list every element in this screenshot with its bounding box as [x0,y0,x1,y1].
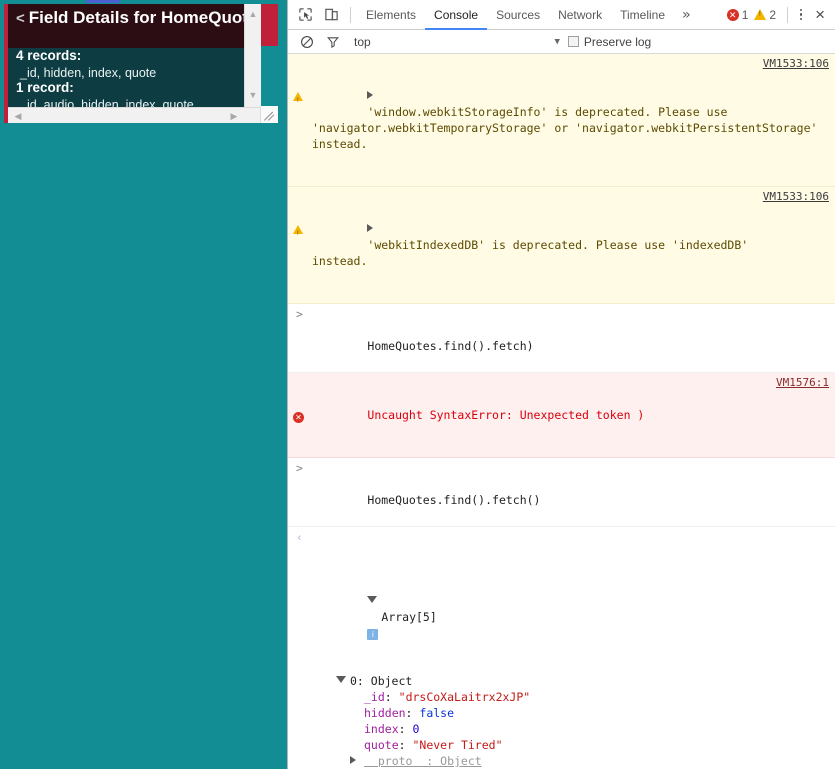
array-item-label: 0: Object [350,674,413,688]
console-input-text: HomeQuotes.find().fetch() [367,493,541,507]
input-prompt-icon: > [296,307,303,321]
page-top-strip [0,0,287,3]
property-value: "drsCoXaLaitrx2xJP" [398,690,531,704]
console-message-error[interactable]: ✕ Uncaught SyntaxError: Unexpected token… [288,373,835,458]
devtools-panel: Elements Console Sources Network Timelin… [287,0,835,769]
web-page-area: Login <Field Details for HomeQuotes 4 re… [0,0,287,769]
object-proto-row[interactable]: __proto__: Object [336,753,827,767]
console-message-text: Uncaught SyntaxError: Unexpected token ) [367,408,645,422]
devtools-toolbar: Elements Console Sources Network Timelin… [288,0,835,30]
console-message-warning[interactable]: 'webkitIndexedDB' is deprecated. Please … [288,187,835,304]
warning-icon [293,189,309,253]
property-key: _id [364,690,385,704]
output-prompt-icon: ‹ [296,530,303,544]
device-toolbar-icon[interactable] [318,2,344,28]
console-message-warning[interactable]: 'window.webkitStorageInfo' is deprecated… [288,54,835,187]
console-message-text: 'window.webkitStorageInfo' is deprecated… [312,105,818,151]
array-toggle-icon[interactable] [367,561,381,625]
object-property-row: index: 0 [336,721,827,737]
error-count-badge[interactable]: ✕ 1 [726,7,749,22]
property-value: "Never Tired" [412,738,503,752]
more-tabs-icon[interactable]: » [674,1,698,29]
devtools-tab-strip: Elements Console Sources Network Timelin… [357,0,698,30]
source-link[interactable]: VM1533:106 [763,189,829,205]
scroll-up-arrow-icon[interactable]: ▲ [245,6,261,22]
console-message-text: 'webkitIndexedDB' is deprecated. Please … [312,238,749,268]
scroll-right-arrow-icon[interactable]: ▶ [226,108,242,123]
kebab-menu-icon[interactable] [793,6,809,24]
console-input-echo[interactable]: > HomeQuotes.find().fetch) [288,304,835,373]
warning-icon [754,9,767,20]
preserve-log-toggle[interactable]: Preserve log [567,34,652,49]
inspect-element-icon[interactable] [292,2,318,28]
proto-label: __proto__: Object [364,754,482,767]
property-key: quote [364,738,399,752]
property-separator: : [384,690,399,704]
source-link[interactable]: VM1533:106 [763,56,829,72]
warning-count-value: 2 [769,7,777,22]
array-item-header[interactable]: 0: Object [336,673,827,689]
property-separator: : [405,706,420,720]
tab-sources[interactable]: Sources [487,0,549,30]
scroll-down-arrow-icon[interactable]: ▼ [245,87,261,103]
console-input-echo[interactable]: > HomeQuotes.find().fetch() [288,458,835,527]
array-items: 0: Object _id: "drsCoXaLaitrx2xJP" hidden:… [312,673,831,767]
field-details-panel: < Field Details for HomeQuotes 4 records:… [4,4,278,123]
warning-icon [293,56,309,120]
close-icon[interactable]: × [809,5,831,25]
error-icon: ✕ [293,375,309,439]
resize-grip-icon[interactable] [260,106,278,123]
property-key: hidden [364,706,406,720]
record-count-2: 1 record: [16,80,74,95]
expand-arrow-icon[interactable] [367,224,374,232]
property-value: 0 [412,722,420,736]
console-result-array[interactable]: ‹ Array[5] i 0: Object _id: "drsCoXaLaitr… [288,527,835,767]
expand-arrow-icon[interactable] [367,91,374,99]
object-property-row: quote: "Never Tired" [336,737,827,753]
property-separator: : [398,738,413,752]
panel-vertical-scrollbar[interactable]: ▲ ▼ [244,4,261,107]
console-message-list[interactable]: 'window.webkitStorageInfo' is deprecated… [288,54,835,767]
toolbar-divider-2 [787,6,789,23]
filter-funnel-icon[interactable] [320,29,346,55]
preserve-log-checkbox[interactable] [567,36,579,47]
screenshot-root: Login <Field Details for HomeQuotes 4 re… [0,0,835,769]
record-fields-1: _id, hidden, index, quote [20,66,157,80]
object-property-row: hidden: false [336,705,827,721]
clear-console-icon[interactable] [294,29,320,55]
chevron-down-icon[interactable]: ▼ [554,37,559,47]
tab-console[interactable]: Console [425,0,488,30]
toolbar-divider [350,6,351,23]
input-prompt-icon: > [296,461,303,475]
info-badge-icon[interactable]: i [367,629,379,640]
source-link[interactable]: VM1576:1 [776,375,829,391]
error-count-value: 1 [741,7,749,22]
panel-horizontal-scrollbar[interactable]: ◀ ▶ [8,107,278,123]
scroll-left-arrow-icon[interactable]: ◀ [10,108,26,123]
object-toggle-icon[interactable] [336,673,350,689]
property-value: false [419,706,455,720]
field-details-body: 4 records: _id, hidden, index, quote 1 r… [8,4,261,112]
page-top-accent [86,0,120,3]
console-input-text: HomeQuotes.find().fetch) [367,339,534,353]
tab-network[interactable]: Network [549,0,611,30]
tab-elements[interactable]: Elements [357,0,425,30]
execution-context-label[interactable]: top [354,35,371,49]
tab-timeline[interactable]: Timeline [611,0,674,30]
panel-strip-red [261,4,278,46]
error-icon: ✕ [726,8,739,21]
proto-toggle-icon[interactable] [350,753,364,767]
console-filter-bar: top ▼ Preserve log [288,30,835,54]
array-header: Array[5] [381,610,437,624]
warning-count-badge[interactable]: 2 [754,8,776,22]
panel-side-strip [261,4,278,107]
preserve-log-label: Preserve log [583,34,652,49]
panel-strip-teal [261,46,278,107]
object-property-row: _id: "drsCoXaLaitrx2xJP" [336,689,827,705]
property-key: index [364,722,399,736]
toolbar-right-group: ✕ 1 2 × [726,5,835,25]
record-count-1: 4 records: [16,48,82,63]
property-separator: : [398,722,413,736]
